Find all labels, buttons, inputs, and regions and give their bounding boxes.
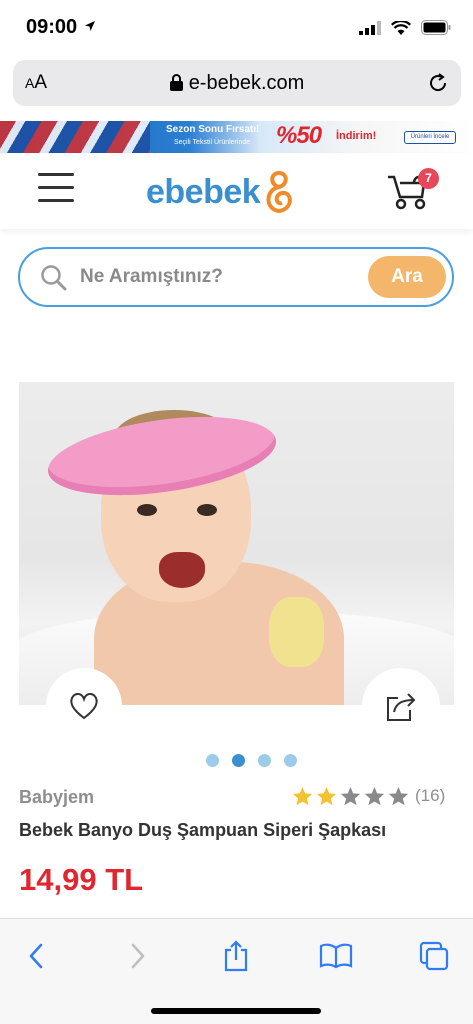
url-host[interactable]: e-bebek.com (13, 72, 461, 97)
gallery-dot[interactable] (206, 754, 219, 767)
gallery-dot[interactable] (258, 754, 271, 767)
share-icon (387, 693, 416, 721)
product-price: 14,99 TL (19, 862, 144, 897)
location-arrow-icon (84, 19, 96, 37)
status-bar: 09:00 (0, 0, 473, 56)
status-time: 09:00 (26, 16, 78, 38)
banner-percent: %50 (276, 122, 322, 149)
search-box: Ara (18, 247, 454, 307)
review-count: (16) (415, 786, 446, 805)
share-upload-icon[interactable] (216, 937, 256, 975)
wifi-icon (391, 20, 411, 35)
url-host-text: e-bebek.com (188, 72, 305, 94)
star-empty-icon (388, 786, 409, 806)
signal-icon (359, 20, 381, 35)
site-header: ebebek (0, 153, 473, 229)
banner-discount: İndirim! (336, 130, 377, 142)
baby-eye-left (137, 504, 157, 516)
address-bar[interactable]: AA e-bebek.com (13, 60, 461, 106)
promo-banner[interactable]: Sezon Sonu Fırsatı! Seçili Tekstil Ürünl… (0, 121, 473, 153)
product-rating[interactable]: (16) (292, 786, 445, 806)
search-icon (40, 264, 68, 297)
baby-eye-right (197, 504, 217, 516)
star-empty-icon (364, 786, 385, 806)
logo-mark-icon (266, 170, 293, 214)
banner-subtitle: Seçili Tekstil Ürünlerinde (174, 139, 251, 146)
chevron-left-icon[interactable] (16, 937, 56, 975)
share-button[interactable] (362, 668, 440, 744)
reload-icon[interactable] (427, 72, 449, 99)
status-indicators (359, 20, 451, 35)
sponge-shape (269, 597, 324, 667)
gallery-dot-active[interactable] (232, 754, 245, 767)
banner-title: Sezon Sonu Fırsatı! (166, 124, 260, 135)
star-filled-icon (292, 786, 313, 806)
hamburger-menu-icon[interactable] (38, 173, 76, 205)
gallery-pagination (206, 754, 297, 767)
banner-image (0, 121, 150, 153)
chevron-right-icon[interactable] (118, 937, 158, 975)
book-icon[interactable] (316, 937, 356, 975)
gallery-dot[interactable] (284, 754, 297, 767)
home-indicator[interactable] (151, 1008, 321, 1014)
rating-stars (292, 786, 409, 806)
search-button[interactable]: Ara (368, 256, 446, 298)
logo-text: ebebek (146, 172, 261, 211)
tabs-icon[interactable] (414, 937, 454, 975)
cart-count-badge[interactable]: 7 (418, 168, 439, 189)
lock-icon (169, 74, 183, 97)
star-filled-icon (316, 786, 337, 806)
product-brand[interactable]: Babyjem (19, 787, 94, 808)
favorite-button[interactable] (46, 668, 122, 744)
logo[interactable]: ebebek (146, 169, 298, 215)
product-image[interactable] (19, 382, 454, 705)
banner-cta-button[interactable]: Ürünleri İncele (404, 131, 456, 144)
baby-mouth-shape (159, 552, 205, 588)
search-input[interactable] (80, 259, 360, 295)
star-empty-icon (340, 786, 361, 806)
heart-icon (70, 693, 98, 720)
product-title: Bebek Banyo Duş Şampuan Siperi Şapkası (19, 820, 387, 840)
battery-icon (421, 20, 451, 35)
